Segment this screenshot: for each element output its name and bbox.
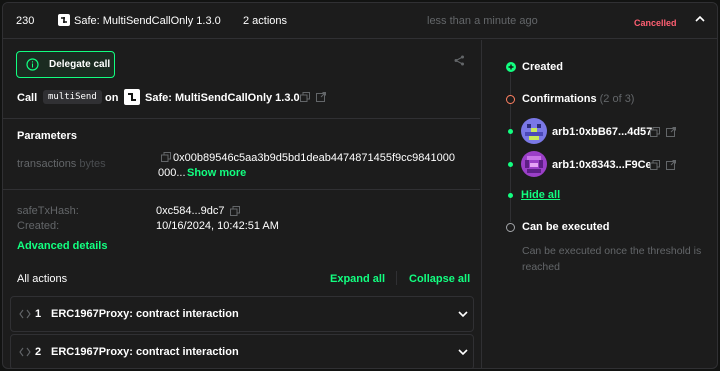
safe-logo-icon (58, 14, 70, 26)
transaction-card: 230 Safe: MultiSendCallOnly 1.3.0 2 acti… (2, 2, 718, 369)
action-index: 1 (35, 308, 42, 320)
action-row[interactable]: 1 ERC1967Proxy: contract interaction (10, 296, 474, 332)
created-label: Created: (17, 220, 60, 232)
action-row[interactable]: 2 ERC1967Proxy: contract interaction (10, 334, 474, 368)
signer-address: arb1:0xbB67...4d57 (552, 126, 653, 138)
contract-name: Safe: MultiSendCallOnly 1.3.0 (145, 92, 300, 104)
safe-tx-hash-value: 0xc584...9dc7 (156, 205, 225, 217)
copy-icon[interactable] (161, 152, 171, 162)
delegate-call-label: Delegate call (49, 59, 111, 70)
execution-note: Can be executed once the threshold is re… (522, 245, 702, 273)
divider (3, 189, 480, 190)
chevron-down-icon[interactable] (457, 308, 469, 320)
on-label: on (105, 92, 119, 104)
signer-address: arb1:0x8343...F9Ce (552, 159, 652, 171)
transaction-details: Delegate call Call multiSend on Safe: Mu… (3, 40, 480, 368)
tx-contract-name: Safe: MultiSendCallOnly 1.3.0 (74, 15, 221, 27)
confirmations-step-icon (506, 95, 515, 104)
tx-actions-count: 2 actions (243, 15, 288, 27)
external-link-icon[interactable] (666, 127, 676, 137)
tx-time: less than a minute ago (427, 15, 538, 27)
avatar (521, 118, 547, 144)
step-confirmations: Confirmations (2 of 3) (522, 93, 635, 105)
signer-dot (508, 162, 513, 167)
hide-all-link[interactable]: Hide all (521, 189, 560, 201)
copy-icon[interactable] (650, 127, 660, 137)
contract-logo-icon (124, 89, 140, 105)
divider (3, 118, 480, 119)
signer-dot (508, 129, 513, 134)
show-more-link[interactable]: Show more (187, 167, 246, 179)
copy-icon[interactable] (230, 206, 240, 216)
all-actions-title: All actions (17, 273, 68, 285)
code-icon (19, 309, 31, 319)
created-value: 10/16/2024, 10:42:51 AM (156, 220, 279, 232)
share-icon[interactable] (454, 55, 465, 66)
param-name: transactions bytes (17, 158, 106, 170)
advanced-details-link[interactable]: Advanced details (17, 240, 107, 252)
execution-step-icon (506, 223, 515, 232)
action-index: 2 (35, 346, 42, 358)
status-timeline: Created Confirmations (2 of 3) arb1:0xbB… (481, 40, 717, 368)
expand-all-button[interactable]: Expand all (330, 273, 385, 285)
action-title: ERC1967Proxy: contract interaction (51, 308, 239, 320)
call-label: Call (17, 92, 38, 104)
delegate-call-badge: Delegate call (16, 51, 115, 78)
step-can-be-executed: Can be executed (522, 221, 610, 233)
step-created: Created (522, 61, 563, 73)
param-value-cont: 000... (158, 167, 186, 179)
parameters-title: Parameters (17, 130, 77, 142)
status-badge: Cancelled (634, 18, 677, 28)
code-icon (19, 347, 31, 357)
safe-tx-hash-label: safeTxHash: (17, 205, 79, 217)
copy-icon[interactable] (300, 92, 310, 102)
copy-icon[interactable] (650, 160, 660, 170)
external-link-icon[interactable] (666, 160, 676, 170)
method-name: multiSend (43, 90, 102, 104)
chevron-up-icon[interactable] (693, 12, 707, 26)
divider (396, 271, 397, 285)
info-icon (26, 58, 39, 71)
collapse-all-button[interactable]: Collapse all (409, 273, 470, 285)
action-title: ERC1967Proxy: contract interaction (51, 346, 239, 358)
check-circle-icon (506, 62, 516, 72)
external-link-icon[interactable] (316, 92, 326, 102)
transaction-summary[interactable]: 230 Safe: MultiSendCallOnly 1.3.0 2 acti… (3, 3, 717, 39)
timeline-line (510, 73, 511, 95)
avatar (521, 151, 547, 177)
chevron-down-icon[interactable] (457, 346, 469, 358)
signer-dot (508, 193, 513, 198)
param-value: 0x00b89546c5aa3b9d5bd1deab4474871455f9cc… (173, 152, 455, 164)
tx-nonce: 230 (16, 15, 35, 27)
